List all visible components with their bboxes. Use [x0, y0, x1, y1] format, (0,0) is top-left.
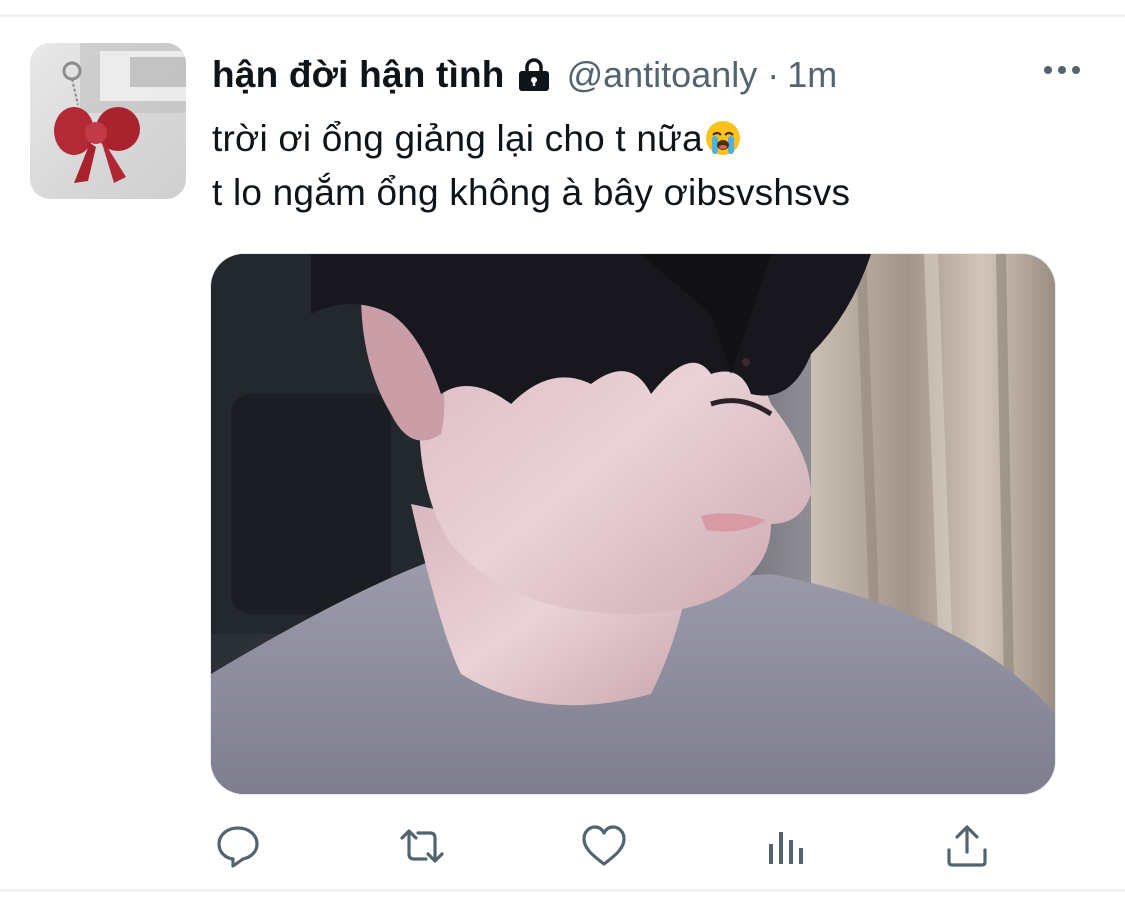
- tweet-text-line-1: trời ơi ổng giảng lại cho t nữa: [212, 112, 850, 166]
- tweet-text-line-1-content: trời ơi ổng giảng lại cho t nữa: [212, 118, 703, 159]
- loudly-crying-face-emoji: [704, 118, 742, 156]
- more-dots-icon[interactable]: [1040, 60, 1084, 80]
- analytics-icon[interactable]: [763, 822, 811, 870]
- retweet-icon[interactable]: [398, 822, 446, 870]
- heart-icon[interactable]: [580, 822, 628, 870]
- bottom-divider: [0, 889, 1125, 892]
- avatar-image: [54, 43, 186, 183]
- lock-icon: [515, 56, 553, 94]
- tweet-photo[interactable]: [210, 253, 1056, 795]
- tweet-text: trời ơi ổng giảng lại cho t nữa t lo ngắ…: [212, 112, 850, 220]
- display-name[interactable]: hận đời hận tình: [212, 54, 505, 96]
- tweet-text-line-2: t lo ngắm ổng không à bây ơibsvshsvs: [212, 172, 851, 213]
- separator-dot: ·: [767, 54, 780, 95]
- tweet-header: hận đời hận tình @antitoanly · 1m: [212, 50, 837, 100]
- avatar[interactable]: [30, 43, 186, 199]
- reply-icon[interactable]: [214, 822, 262, 870]
- user-handle[interactable]: @antitoanly: [567, 54, 758, 96]
- top-divider: [0, 14, 1125, 17]
- timestamp[interactable]: 1m: [787, 54, 837, 96]
- share-icon[interactable]: [943, 822, 991, 870]
